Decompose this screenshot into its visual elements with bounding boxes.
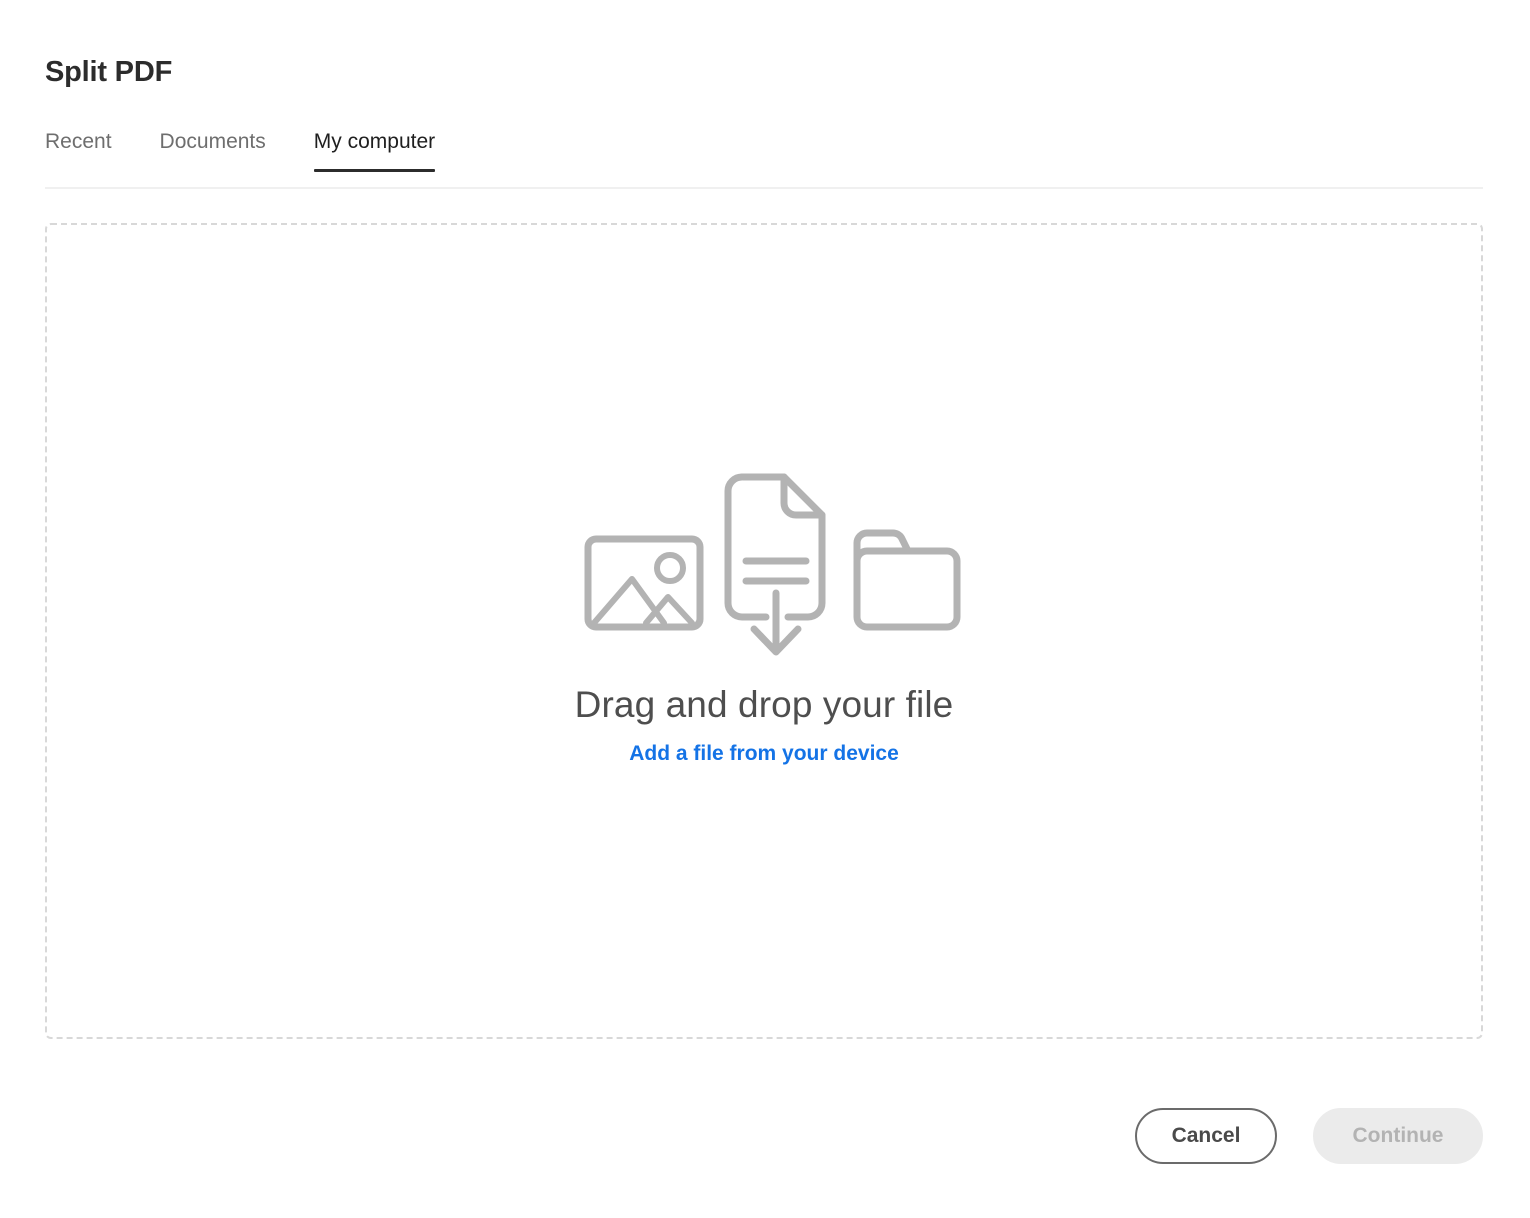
add-file-link[interactable]: Add a file from your device bbox=[629, 741, 899, 767]
tab-bar: Recent Documents My computer bbox=[45, 124, 1483, 190]
tab-documents[interactable]: Documents bbox=[160, 124, 266, 155]
dropzone-title: Drag and drop your file bbox=[574, 684, 954, 725]
tab-divider bbox=[45, 187, 1483, 189]
tab-recent[interactable]: Recent bbox=[45, 124, 112, 155]
dropzone-content: Drag and drop your file Add a file from … bbox=[47, 457, 1481, 767]
tab-list: Recent Documents My computer bbox=[45, 124, 1483, 187]
tab-my-computer[interactable]: My computer bbox=[313, 124, 436, 172]
document-download-icon bbox=[704, 471, 834, 663]
upload-illustration bbox=[564, 457, 964, 663]
page-title: Split PDF bbox=[45, 56, 173, 88]
cancel-button[interactable]: Cancel bbox=[1135, 1108, 1277, 1164]
file-dropzone[interactable]: Drag and drop your file Add a file from … bbox=[45, 223, 1483, 1039]
image-icon bbox=[584, 535, 704, 631]
split-pdf-dialog: Split PDF Recent Documents My computer D… bbox=[0, 0, 1530, 1218]
continue-button[interactable]: Continue bbox=[1313, 1108, 1483, 1164]
dialog-footer: Cancel Continue bbox=[45, 1107, 1483, 1165]
folder-icon bbox=[849, 525, 965, 635]
